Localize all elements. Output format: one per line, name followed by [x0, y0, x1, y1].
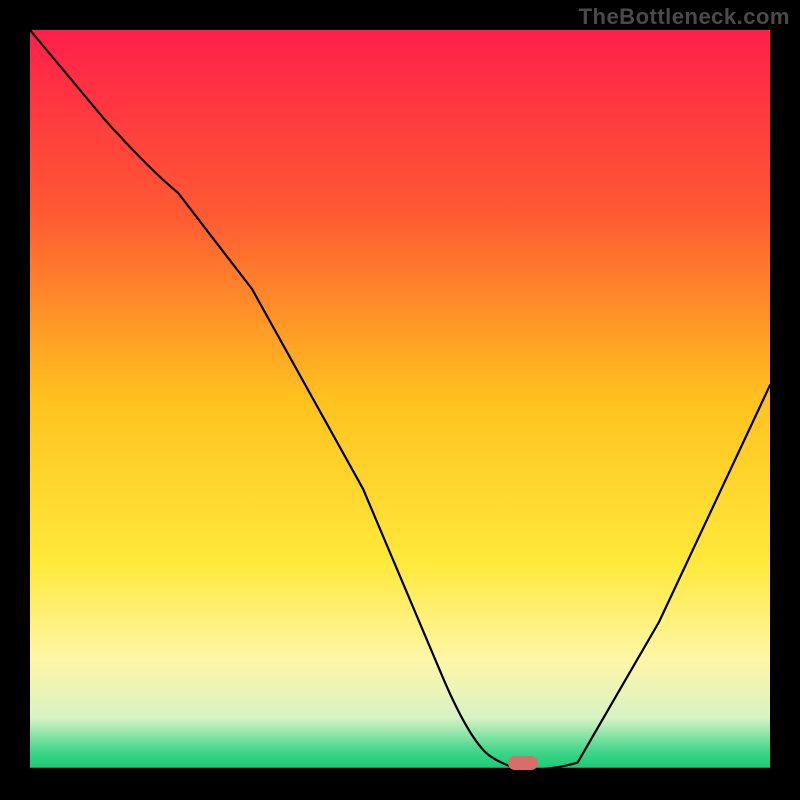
- gradient-background: [30, 30, 770, 770]
- chart-container: TheBottleneck.com: [0, 0, 800, 800]
- chart-svg: [30, 30, 770, 770]
- optimal-marker: [508, 756, 538, 770]
- watermark-text: TheBottleneck.com: [579, 4, 790, 30]
- plot-area: [30, 30, 770, 770]
